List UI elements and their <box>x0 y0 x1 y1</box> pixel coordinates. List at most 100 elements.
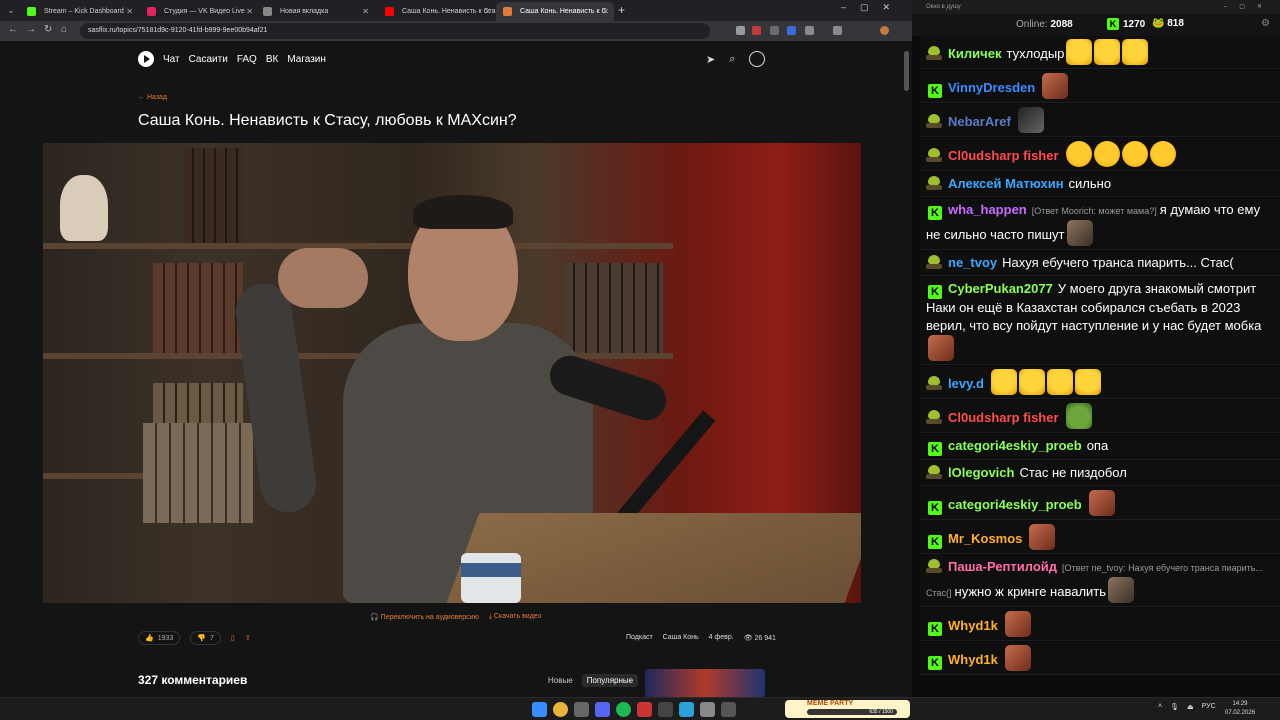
extension-icon[interactable] <box>787 26 796 35</box>
search-icon[interactable]: ⌕ <box>729 53 735 66</box>
emote-laugh-icon[interactable] <box>990 369 1017 395</box>
emote-cry-icon[interactable] <box>1121 141 1148 167</box>
profile-avatar[interactable] <box>880 26 889 35</box>
close-icon[interactable]: ✕ <box>484 2 491 21</box>
chat-username[interactable]: Cl0udsharp fisher <box>948 148 1059 163</box>
chat-username[interactable]: NebarAref <box>948 114 1011 129</box>
close-icon[interactable]: ✕ <box>362 2 369 21</box>
chat-username[interactable]: Mr_Kosmos <box>948 531 1022 546</box>
extension-icon[interactable] <box>736 26 745 35</box>
window-controls[interactable]: –▢✕ <box>841 2 904 13</box>
site-logo-play-icon[interactable] <box>138 51 154 67</box>
telegram-icon[interactable] <box>679 702 694 717</box>
chat-messages[interactable]: Киличек тухлодыр VinnyDresden NebarAref Cl0u… <box>920 36 1280 697</box>
emote-man-icon[interactable] <box>1066 220 1093 246</box>
emote-laugh-icon[interactable] <box>1018 369 1045 395</box>
tab-new[interactable]: Новые <box>543 674 578 687</box>
audio-version-link[interactable]: 🎧 Переключить на аудиоверсию <box>370 613 479 621</box>
user-icon[interactable] <box>749 51 766 67</box>
close-icon[interactable]: ✕ <box>602 2 609 21</box>
page-scrollbar[interactable] <box>904 51 909 91</box>
emote-laugh-icon[interactable] <box>1046 369 1073 395</box>
chat-username[interactable]: Whyd1k <box>948 618 998 633</box>
gear-icon[interactable]: ⚙ <box>1261 18 1270 29</box>
extensions-puzzle-icon[interactable] <box>805 26 814 35</box>
back-icon[interactable]: ← <box>8 24 18 35</box>
extension-icon[interactable] <box>770 26 779 35</box>
usb-icon[interactable]: ⏏ <box>1187 703 1194 711</box>
chat-username[interactable]: Whyd1k <box>948 652 998 667</box>
dislike-button[interactable]: 👎 7 <box>190 631 221 645</box>
banner-thumbnail[interactable] <box>645 669 765 697</box>
nav-faq[interactable]: FAQ <box>237 54 257 65</box>
emote-cry-icon[interactable] <box>1093 141 1120 167</box>
reload-icon[interactable]: ↻ <box>44 24 52 35</box>
emote-cry-icon[interactable] <box>1065 141 1092 167</box>
like-button[interactable]: 👍 1933 <box>138 631 181 645</box>
emote-dark-icon[interactable] <box>1017 107 1044 133</box>
tag-podcast[interactable]: Подкаст <box>626 634 653 642</box>
share-icon[interactable]: ⇪ <box>245 634 251 642</box>
emote-laugh-icon[interactable] <box>1074 369 1101 395</box>
tray-arrow-icon[interactable]: ˄ <box>1158 703 1162 711</box>
back-link[interactable]: ← Назад <box>138 94 167 101</box>
address-bar[interactable]: sasflix.ru/topics/75181d9c-9120-41fd-b99… <box>80 23 710 39</box>
tab-popular[interactable]: Популярные <box>581 674 639 687</box>
app-icon[interactable] <box>721 702 736 717</box>
send-icon[interactable]: ➤ <box>706 53 715 66</box>
browser-tab[interactable]: Stream – Kick Dashboard ✕ <box>20 2 138 21</box>
browser-tab[interactable]: Студия — VK Видео Live ✕ <box>140 2 258 21</box>
chat-window-controls[interactable]: –▢✕ <box>1224 0 1274 14</box>
steam-icon[interactable] <box>658 702 673 717</box>
app-icon[interactable] <box>700 702 715 717</box>
browser-tab[interactable]: Новая вкладка ✕ <box>256 2 374 21</box>
nav-chat[interactable]: Чат <box>163 54 180 65</box>
emote-face-icon[interactable] <box>1029 524 1056 550</box>
chat-username[interactable]: lOlegovich <box>948 465 1014 480</box>
emote-face-icon[interactable] <box>928 335 954 361</box>
extension-icon[interactable] <box>752 26 761 35</box>
emote-face-icon[interactable] <box>1004 611 1031 637</box>
chat-username[interactable]: Киличек <box>948 46 1001 61</box>
home-icon[interactable]: ⌂ <box>61 24 67 35</box>
language-indicator[interactable]: РУС <box>1202 703 1216 711</box>
chat-username[interactable]: ne_tvoy <box>948 255 997 270</box>
windows-start-icon[interactable] <box>532 702 547 717</box>
chat-username[interactable]: CyberPukan2077 <box>948 281 1053 296</box>
emote-laugh-icon[interactable] <box>1094 39 1121 65</box>
discord-icon[interactable] <box>595 702 610 717</box>
spotify-icon[interactable] <box>616 702 631 717</box>
chat-username[interactable]: Алексей Матюхин <box>948 176 1064 191</box>
app-icon[interactable] <box>637 702 652 717</box>
bookmark-icon[interactable]: ▯ <box>231 634 235 642</box>
emote-laugh-icon[interactable] <box>1066 39 1093 65</box>
nav-vk[interactable]: ВК <box>266 54 279 65</box>
tag-author[interactable]: Саша Конь <box>663 634 699 642</box>
emote-laugh-icon[interactable] <box>1122 39 1149 65</box>
emote-face-icon[interactable] <box>1088 490 1115 516</box>
chat-username[interactable]: Паша-Рептилойд <box>948 559 1057 574</box>
chat-username[interactable]: categori4eskiy_proeb <box>948 497 1082 512</box>
browser-tab[interactable]: Саша Конь. Ненависть к С ✕ <box>496 2 614 21</box>
video-player[interactable] <box>43 143 861 603</box>
mic-icon[interactable]: 🎙 <box>1170 703 1179 711</box>
close-icon[interactable]: ✕ <box>246 2 253 21</box>
meme-party-widget[interactable]: MEME PARTY 635 / 1500 <box>785 700 910 718</box>
tab-search-icon[interactable]: ⌄ <box>4 3 18 17</box>
obs-icon[interactable] <box>574 702 589 717</box>
chat-username[interactable]: levy.d <box>948 376 984 391</box>
download-video-link[interactable]: ⤓ Скачать видео <box>489 613 542 621</box>
new-tab-button[interactable]: + <box>618 2 625 18</box>
close-icon[interactable]: ✕ <box>126 2 133 21</box>
nav-sasaiti[interactable]: Сасаити <box>189 54 228 65</box>
chrome-icon[interactable] <box>553 702 568 717</box>
forward-icon[interactable]: → <box>26 24 36 35</box>
emote-face-icon[interactable] <box>1042 73 1069 99</box>
browser-tab[interactable]: Саша Конь. Ненависть к Стасу ✕ <box>378 2 496 21</box>
chat-username[interactable]: wha_happen <box>948 202 1027 217</box>
download-icon[interactable] <box>833 26 842 35</box>
nav-shop[interactable]: Магазин <box>287 54 326 65</box>
emote-face-icon[interactable] <box>1004 645 1031 671</box>
emote-man-icon[interactable] <box>1108 577 1135 603</box>
emote-frog-icon[interactable] <box>1065 403 1092 429</box>
